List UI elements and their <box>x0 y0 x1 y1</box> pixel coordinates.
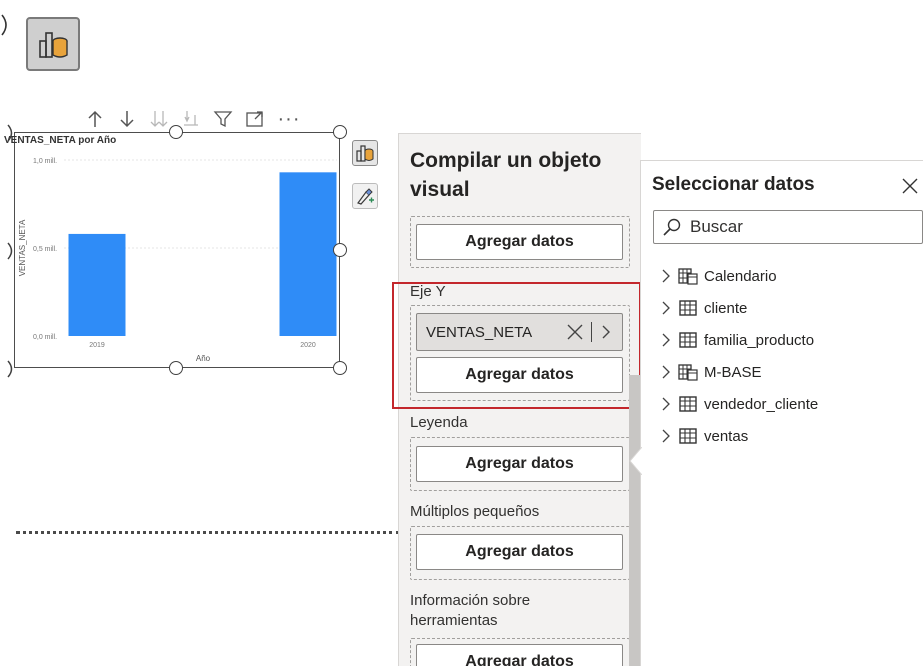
table-item-label: cliente <box>704 299 748 317</box>
report-canvas: ··· 1,0 mill. 0,5 mill. 0,0 mill. 2019 2020 A… <box>0 0 923 666</box>
table-item[interactable]: Calendario <box>660 264 777 288</box>
table-item-label: ventas <box>704 427 749 445</box>
table-item[interactable]: M-BASE <box>660 360 762 384</box>
table-item[interactable]: familia_producto <box>660 328 814 352</box>
paintbrush-icon <box>357 188 374 205</box>
x-tick-label: 2019 <box>89 342 105 349</box>
resize-handle-left[interactable] <box>6 242 16 260</box>
add-data-button-legend[interactable]: Agregar datos <box>416 446 623 482</box>
search-placeholder: Buscar <box>690 217 743 236</box>
y-axis-highlight-box <box>392 282 641 409</box>
y-tick-label: 0,0 mill. <box>33 334 57 341</box>
resize-handle-bottom-right[interactable] <box>333 361 347 375</box>
search-input[interactable]: Buscar <box>653 210 923 244</box>
build-visual-tab[interactable] <box>352 140 378 166</box>
bar[interactable] <box>68 233 126 336</box>
y-axis-title: VENTAS_NETA <box>18 219 27 276</box>
table-item[interactable]: cliente <box>660 296 747 320</box>
calendar-table-icon <box>678 364 698 381</box>
resize-handle-top-left[interactable] <box>6 124 16 142</box>
add-data-button-small-multiples[interactable]: Agregar datos <box>416 534 623 570</box>
table-item-label: Calendario <box>704 267 777 285</box>
calendar-table-icon <box>678 268 698 285</box>
y-tick-label: 0,5 mill. <box>33 246 57 253</box>
build-pane-title: Compilar un objeto visual <box>410 149 602 201</box>
data-pane-title: Seleccionar datos <box>652 174 815 195</box>
search-icon <box>663 218 681 236</box>
small-multiples-label: Múltiplos pequeños <box>410 503 540 520</box>
chart-title: VENTAS_NETA por Año <box>4 135 117 146</box>
table-item-label: familia_producto <box>704 331 815 349</box>
legend-label: Leyenda <box>410 414 468 431</box>
chevron-right-icon[interactable] <box>660 428 672 444</box>
bar-chart-database-icon <box>356 145 374 162</box>
pane-pointer <box>629 447 642 475</box>
y-tick-label: 1,0 mill. <box>33 158 57 165</box>
table-item[interactable]: vendedor_cliente <box>660 392 818 416</box>
close-icon[interactable] <box>900 176 920 196</box>
add-data-button-tooltips[interactable]: Agregar datos <box>416 644 623 666</box>
table-icon <box>679 332 697 348</box>
resize-handle-bottom[interactable] <box>169 361 183 375</box>
resize-handle-right[interactable] <box>333 243 347 257</box>
tooltips-label: Información sobre herramientas <box>410 592 531 629</box>
format-visual-tab[interactable] <box>352 183 378 209</box>
chevron-right-icon[interactable] <box>660 300 672 316</box>
bar[interactable] <box>279 172 337 336</box>
page-divider <box>16 531 400 534</box>
chevron-right-icon[interactable] <box>660 332 672 348</box>
add-data-button-x-axis[interactable]: Agregar datos <box>416 224 623 260</box>
table-icon <box>679 300 697 316</box>
resize-handle-top-right[interactable] <box>333 125 347 139</box>
table-item-label: vendedor_cliente <box>704 395 819 413</box>
resize-handle-top[interactable] <box>169 125 183 139</box>
table-item-label: M-BASE <box>704 363 762 381</box>
resize-handle-bottom-left[interactable] <box>6 360 16 378</box>
x-axis-title: Año <box>196 354 211 363</box>
x-tick-label: 2020 <box>300 342 316 349</box>
chevron-right-icon[interactable] <box>660 268 672 284</box>
table-item[interactable]: ventas <box>660 424 748 448</box>
table-icon <box>679 428 697 444</box>
chevron-right-icon[interactable] <box>660 396 672 412</box>
table-icon <box>679 396 697 412</box>
chevron-right-icon[interactable] <box>660 364 672 380</box>
